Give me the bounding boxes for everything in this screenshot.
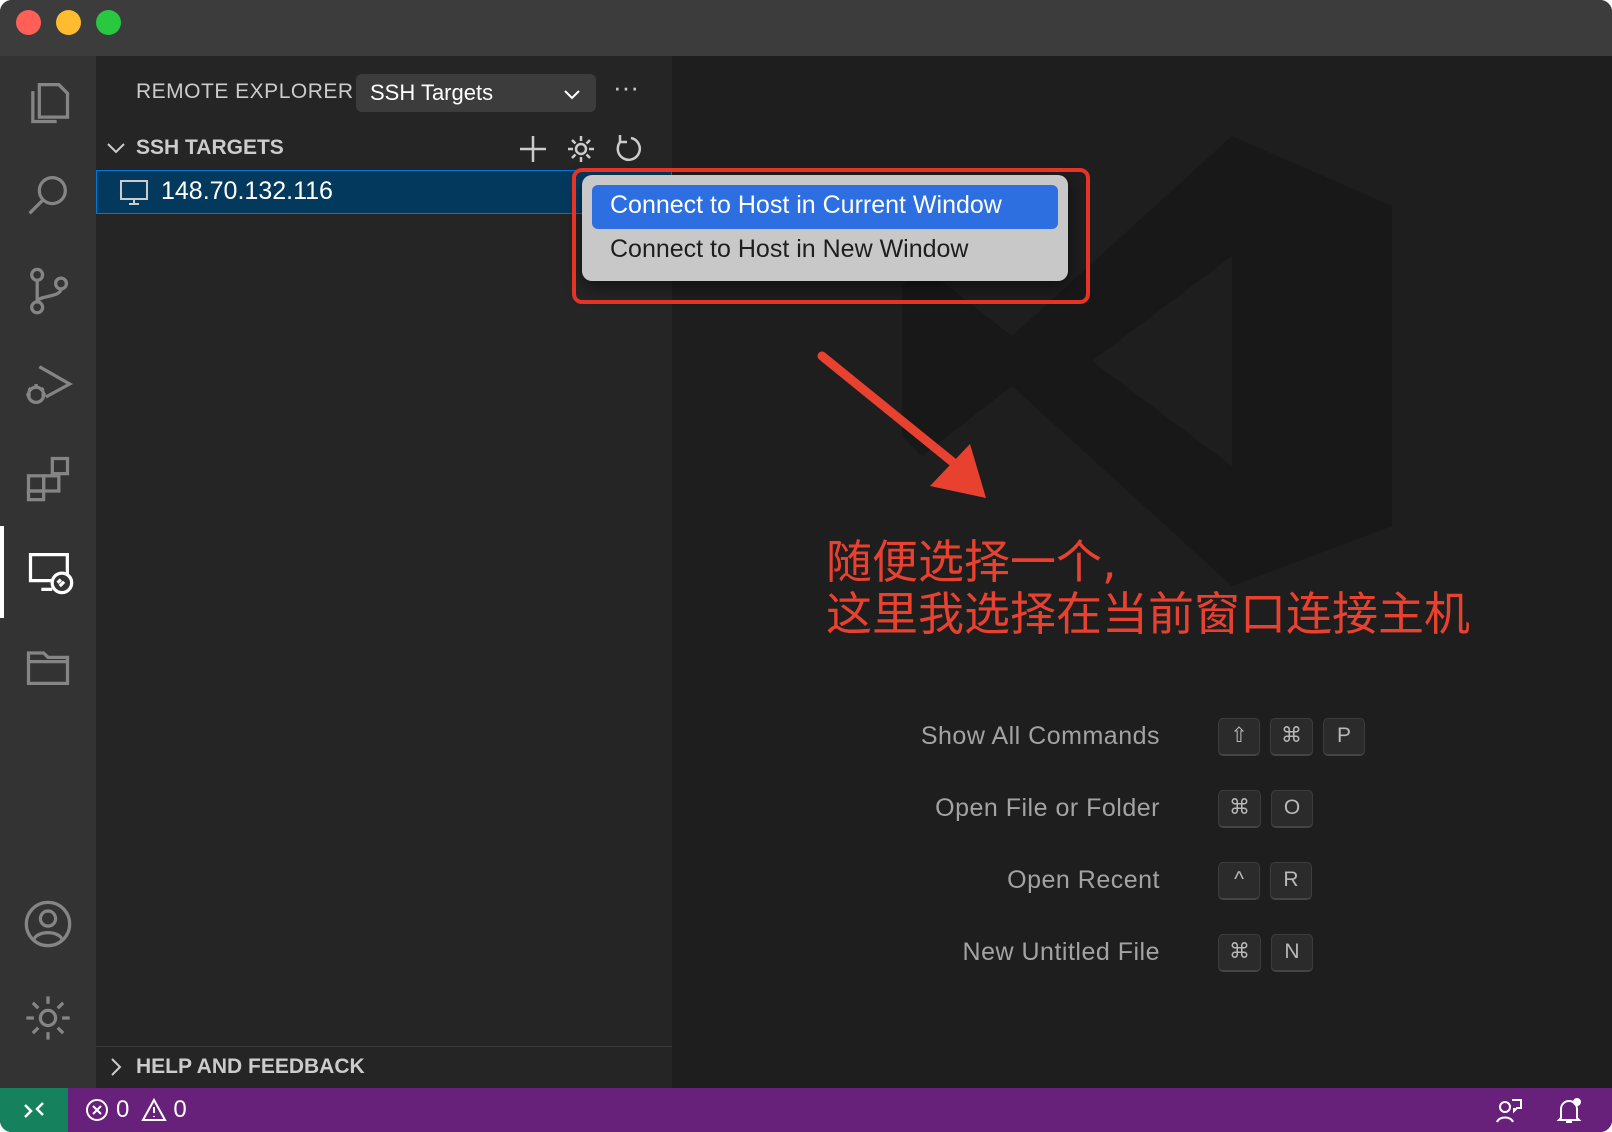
sidebar-title: REMOTE EXPLORER: [136, 80, 354, 103]
key-cap: ⌘: [1218, 934, 1261, 972]
chevron-down-icon: [564, 90, 580, 100]
notifications-bell-icon[interactable]: [1554, 1096, 1584, 1126]
monitor-icon: [120, 180, 148, 205]
remote-explorer-icon[interactable]: [0, 526, 96, 618]
title-bar: [0, 0, 1612, 56]
status-bar: 0 0: [0, 1088, 1612, 1132]
run-debug-icon[interactable]: [0, 338, 96, 430]
shortcut-label: Open File or Folder: [935, 794, 1160, 822]
shortcut-label: Show All Commands: [920, 722, 1160, 750]
refresh-icon[interactable]: [612, 132, 646, 166]
annotation-line: 这里我选择在当前窗口连接主机: [826, 587, 1470, 641]
shortcut-label: New Untitled File: [962, 938, 1160, 966]
shortcut-row[interactable]: New Untitled File ⌘ N: [672, 934, 1612, 974]
annotation-text: 随便选择一个, 这里我选择在当前窗口连接主机: [826, 536, 1470, 640]
key-cap: N: [1271, 934, 1313, 972]
annotation-arrow-icon: [817, 351, 986, 498]
close-window-button[interactable]: [16, 10, 41, 35]
shortcut-row[interactable]: Open Recent ^ R: [672, 862, 1612, 902]
key-cap: P: [1323, 718, 1365, 756]
settings-gear-icon[interactable]: [0, 972, 96, 1064]
remote-type-value: SSH Targets: [370, 80, 494, 105]
key-cap: R: [1270, 862, 1312, 900]
shortcut-row[interactable]: Open File or Folder ⌘ O: [672, 790, 1612, 830]
search-icon[interactable]: [0, 150, 96, 242]
key-cap: ⌘: [1218, 790, 1261, 828]
extensions-icon[interactable]: [0, 432, 96, 524]
maximize-window-button[interactable]: [96, 10, 121, 35]
minimize-window-button[interactable]: [56, 10, 81, 35]
shortcut-label: Open Recent: [1007, 866, 1160, 894]
remote-type-dropdown[interactable]: SSH Targets: [356, 74, 596, 112]
error-icon: [86, 1099, 108, 1121]
section-title: SSH TARGETS: [136, 136, 284, 159]
key-cap: ^: [1218, 862, 1260, 900]
problems-indicator[interactable]: 0 0: [84, 1088, 187, 1132]
ssh-host-label: 148.70.132.116: [161, 177, 333, 205]
chevron-down-icon: [107, 143, 125, 154]
sidebar-header: REMOTE EXPLORER SSH Targets ···: [96, 56, 672, 128]
key-cap: ⌘: [1270, 718, 1313, 756]
shortcut-row[interactable]: Show All Commands ⇧ ⌘ P: [672, 718, 1612, 758]
chevron-right-icon: [111, 1058, 122, 1076]
more-actions-button[interactable]: ···: [606, 70, 646, 110]
activity-bar: [0, 56, 96, 1088]
add-icon[interactable]: [516, 132, 550, 166]
remote-icon: [24, 1102, 44, 1118]
remote-indicator-button[interactable]: [0, 1088, 68, 1132]
key-cap: O: [1271, 790, 1313, 828]
explorer-icon[interactable]: [0, 56, 96, 148]
help-feedback-title: HELP AND FEEDBACK: [136, 1055, 365, 1078]
error-count: 0: [116, 1096, 130, 1123]
highlight-box: [572, 168, 1090, 304]
help-feedback-section-header[interactable]: HELP AND FEEDBACK: [96, 1046, 672, 1088]
folder-icon[interactable]: [0, 620, 96, 712]
warning-icon: [141, 1097, 168, 1121]
feedback-icon[interactable]: [1494, 1096, 1524, 1126]
account-icon[interactable]: [0, 878, 96, 970]
annotation-line: 随便选择一个,: [826, 535, 1117, 589]
key-cap: ⇧: [1218, 718, 1260, 756]
source-control-icon[interactable]: [0, 244, 96, 336]
configure-gear-icon[interactable]: [564, 132, 598, 166]
vscode-window: REMOTE EXPLORER SSH Targets ··· SSH TARG…: [0, 0, 1612, 1132]
warning-count: 0: [173, 1096, 187, 1123]
ssh-targets-section-header[interactable]: SSH TARGETS: [96, 128, 672, 168]
